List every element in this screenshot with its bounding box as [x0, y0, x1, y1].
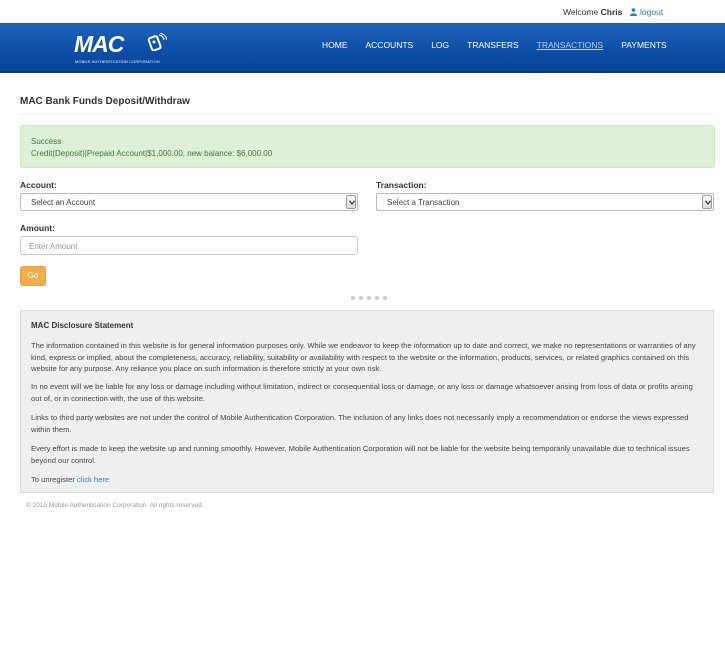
transaction-select-arrow[interactable] — [702, 195, 712, 209]
amount-placeholder: Enter Amount — [29, 242, 78, 251]
success-alert: Success Credit(Deposit)|Prepaid Account|… — [20, 125, 715, 168]
unregister-line: To unregister click here — [31, 474, 701, 486]
nav-transfers[interactable]: TRANSFERS — [467, 40, 518, 50]
user-name: Chris — [600, 7, 623, 17]
account-select-value: Select an Account — [31, 198, 96, 207]
footer-copyright: © 2015 Mobile Authentication Corporation… — [26, 502, 204, 509]
disclosure-heading: MAC Disclosure Statement — [31, 321, 134, 330]
nav-home[interactable]: HOME — [322, 40, 348, 50]
alert-title: Success — [31, 137, 62, 146]
nav-payments[interactable]: PAYMENTS — [621, 40, 667, 50]
logout-label: logout — [640, 7, 664, 17]
nav-log[interactable]: LOG — [431, 40, 449, 50]
logo-subtitle: MOBILE AUTHENTICATION CORPORATION — [75, 59, 160, 64]
chevron-down-icon — [705, 200, 711, 205]
account-label: Account: — [20, 180, 57, 190]
nav-transactions[interactable]: TRANSACTIONS — [537, 40, 604, 50]
disclosure-paragraph-3: Links to third party websites are not un… — [31, 413, 689, 434]
grip-dot — [359, 296, 363, 300]
logo-text: MAC — [74, 31, 124, 57]
unregister-link[interactable]: click here — [77, 475, 109, 484]
panel-grip[interactable] — [351, 296, 387, 300]
disclosure-panel: MAC Disclosure Statement The information… — [20, 310, 714, 493]
grip-dot — [367, 296, 371, 300]
main-navbar: MAC MOBILE AUTHENTICATION CORPORATION HO… — [0, 23, 725, 73]
mac-logo[interactable]: MAC MOBILE AUTHENTICATION CORPORATION — [74, 30, 170, 66]
chevron-down-icon — [349, 200, 355, 205]
nav-accounts[interactable]: ACCOUNTS — [366, 40, 414, 50]
page-title: MAC Bank Funds Deposit/Withdraw — [20, 96, 190, 107]
grip-dot — [375, 296, 379, 300]
account-select[interactable]: Select an Account — [20, 193, 358, 211]
go-button[interactable]: Go — [20, 266, 46, 286]
transaction-label: Transaction: — [376, 180, 427, 190]
phone-key-icon — [147, 33, 167, 51]
user-icon — [630, 8, 637, 16]
title-divider — [20, 114, 715, 115]
grip-dot — [351, 296, 355, 300]
transaction-select-value: Select a Transaction — [387, 198, 460, 207]
alert-message: Credit(Deposit)|Prepaid Account|$1,000.0… — [31, 149, 273, 158]
disclosure-paragraph-1: The information contained in this websit… — [31, 341, 696, 373]
main-nav: HOME ACCOUNTS LOG TRANSFERS TRANSACTIONS… — [322, 40, 685, 50]
disclosure-paragraph-2: In no event will we be liable for any lo… — [31, 382, 693, 403]
account-select-arrow[interactable] — [346, 195, 356, 209]
top-bar: Welcome Chris logout — [0, 0, 725, 23]
amount-label: Amount: — [20, 223, 55, 233]
unregister-prefix: To unregister — [31, 475, 75, 484]
transaction-select[interactable]: Select a Transaction — [376, 193, 714, 211]
logout-link[interactable]: logout — [630, 7, 663, 17]
welcome-prefix: Welcome — [563, 7, 599, 17]
disclosure-paragraph-4: Every effort is made to keep the website… — [31, 444, 690, 465]
welcome-text: Welcome Chris — [563, 7, 622, 17]
amount-input[interactable]: Enter Amount — [20, 236, 358, 255]
grip-dot — [383, 296, 387, 300]
